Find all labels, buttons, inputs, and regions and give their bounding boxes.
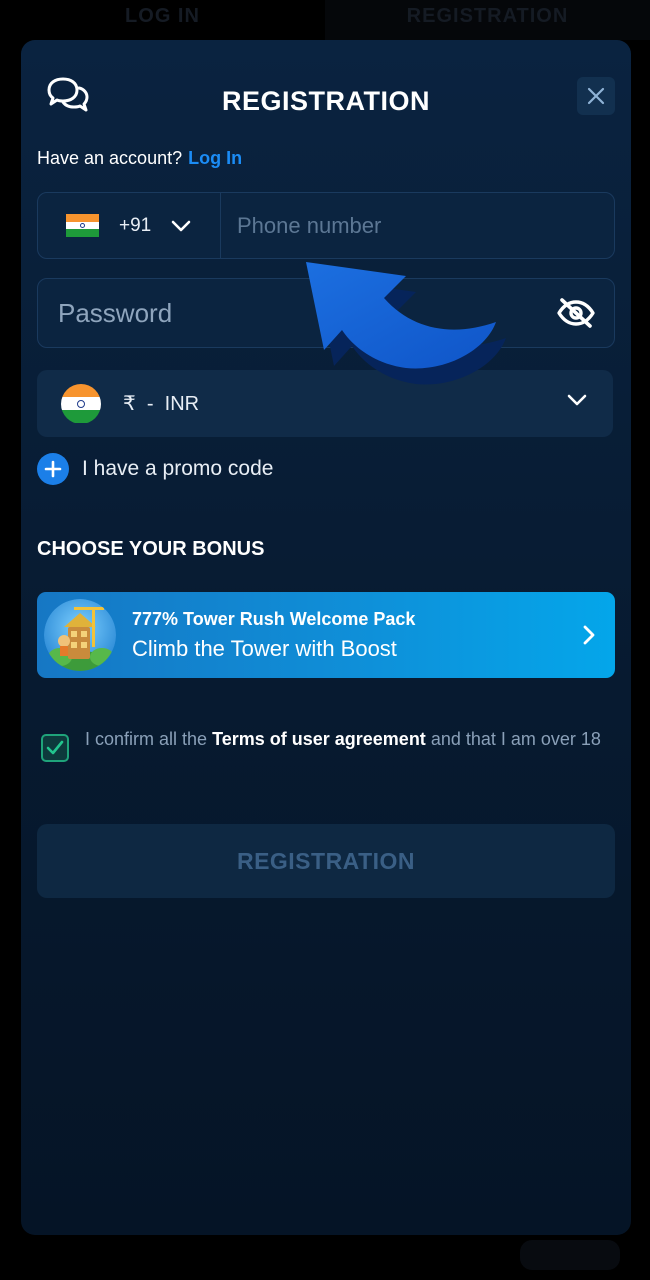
bonus-heading: CHOOSE YOUR BONUS <box>37 538 265 560</box>
tower-rush-bonus-image <box>44 599 116 671</box>
india-flag-icon <box>66 214 99 238</box>
check-icon <box>46 740 64 755</box>
promo-code-label: I have a promo code <box>82 457 274 480</box>
modal-title: REGISTRATION <box>222 86 430 116</box>
chevron-right-icon <box>583 625 595 645</box>
country-code: +91 <box>119 214 152 236</box>
account-row: Have an account? Log In <box>37 148 242 169</box>
background-decoration <box>520 1240 620 1270</box>
bonus-text: 777% Tower Rush Welcome Pack Climb the T… <box>132 609 415 662</box>
bg-tab-login: LOG IN <box>125 5 200 27</box>
pointer-arrow <box>306 262 506 385</box>
terms-prefix: I confirm all the <box>85 729 208 749</box>
registration-submit-button[interactable]: REGISTRATION <box>37 824 615 898</box>
terms-row: I confirm all the Terms of user agreemen… <box>41 726 611 762</box>
currency-symbol: ₹ <box>123 393 136 415</box>
currency-label: ₹ - INR <box>123 391 199 416</box>
chevron-down-icon <box>567 394 587 406</box>
bonus-card[interactable]: 777% Tower Rush Welcome Pack Climb the T… <box>37 592 615 678</box>
login-link[interactable]: Log In <box>188 148 242 168</box>
chevron-down-icon <box>171 220 191 231</box>
currency-code: INR <box>164 393 200 415</box>
background-tabs: LOG IN REGISTRATION <box>0 0 650 40</box>
registration-modal: REGISTRATION Have an account?Log In +91 <box>21 40 631 1235</box>
eye-off-icon[interactable] <box>556 297 596 329</box>
india-flag-icon <box>61 383 101 424</box>
plus-icon <box>37 453 69 485</box>
bg-tab-registration: REGISTRATION <box>325 0 650 40</box>
promo-code-toggle[interactable]: I have a promo code <box>37 453 273 485</box>
terms-suffix: and that I am over 18 <box>430 729 601 749</box>
account-question: Have an account? <box>37 148 183 168</box>
bonus-title: 777% Tower Rush Welcome Pack <box>132 608 416 629</box>
bonus-subtitle: Climb the Tower with Boost <box>132 635 397 661</box>
terms-text: I confirm all the Terms of user agreemen… <box>85 726 601 762</box>
terms-checkbox[interactable] <box>41 734 69 762</box>
currency-separator: - <box>146 393 154 415</box>
terms-link[interactable]: Terms of user agreement <box>212 729 426 749</box>
close-button[interactable] <box>577 77 615 115</box>
close-icon <box>587 87 605 105</box>
country-code-select[interactable]: +91 <box>38 193 221 258</box>
